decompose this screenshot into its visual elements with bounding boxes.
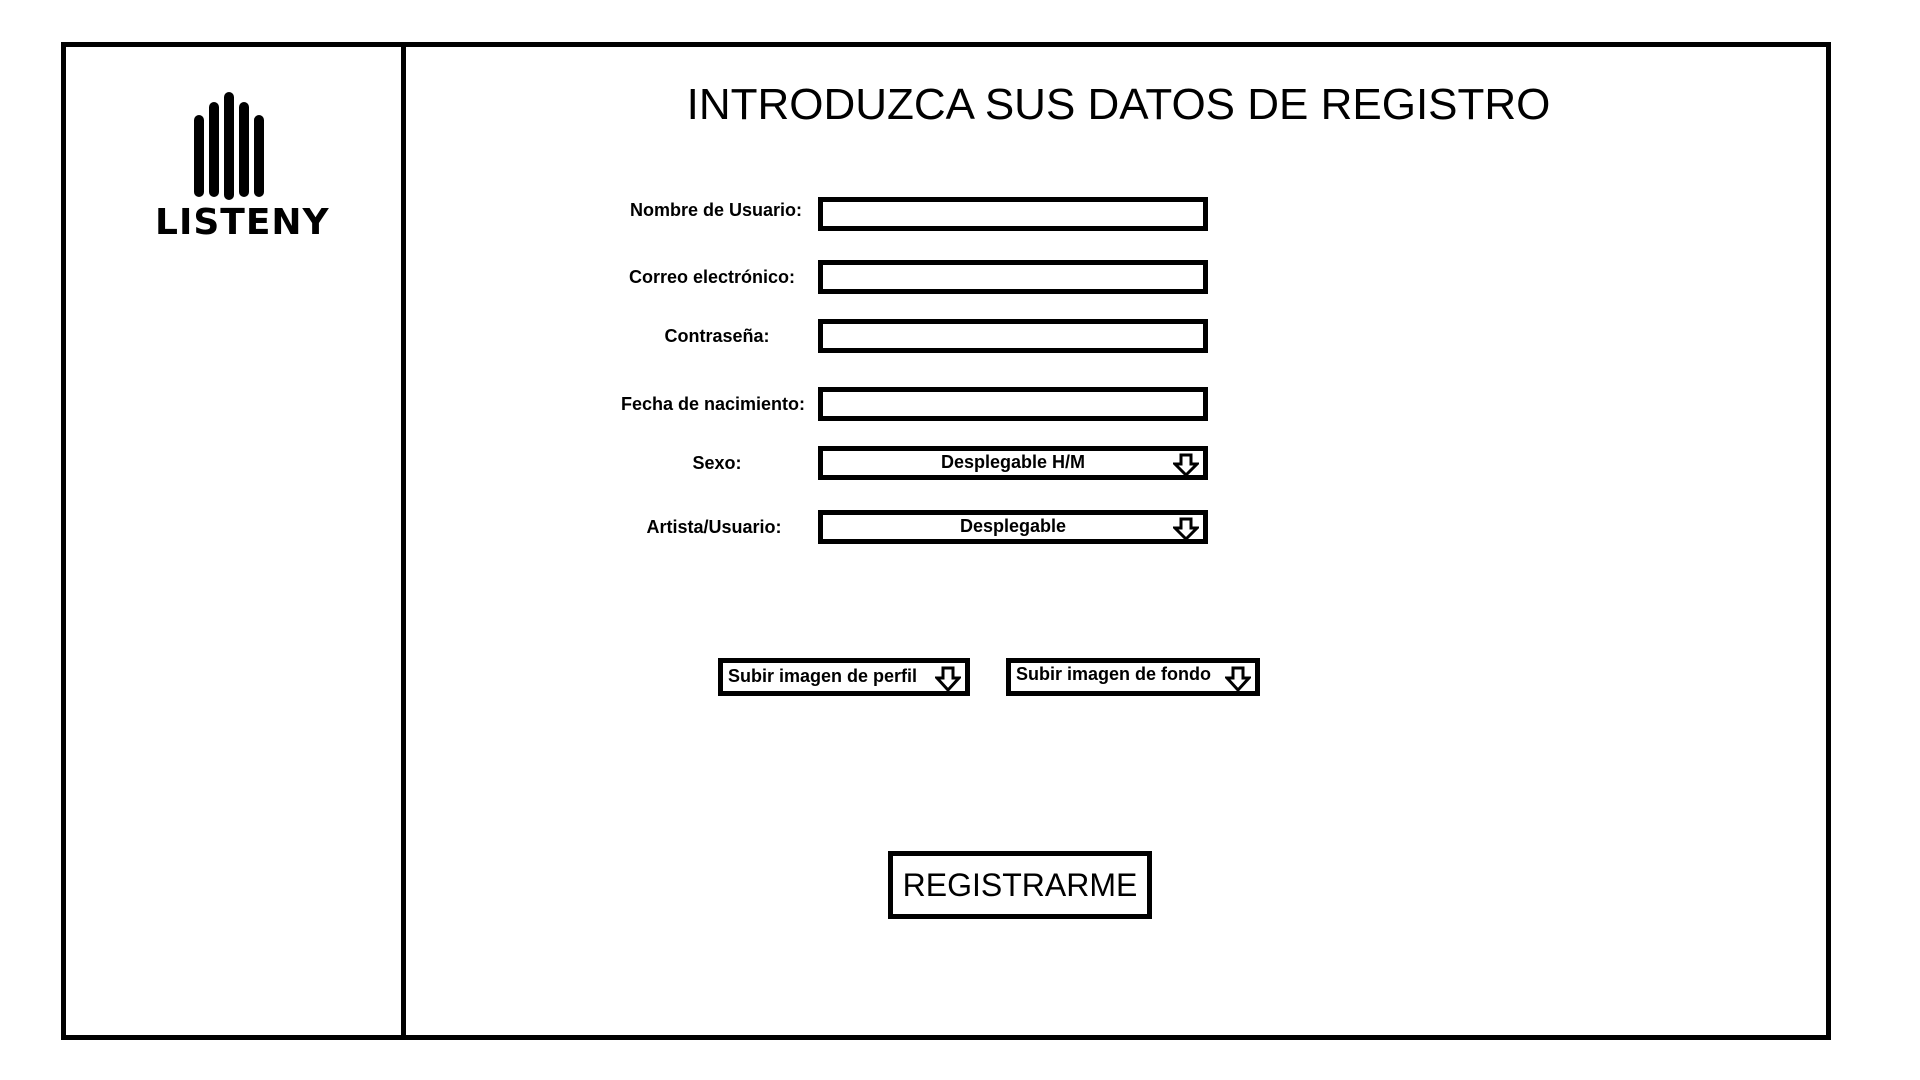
page-title: INTRODUZCA SUS DATOS DE REGISTRO — [686, 80, 1551, 129]
logo-text: LISTENY — [155, 202, 330, 243]
username-input[interactable] — [818, 197, 1208, 231]
arrow-down-icon — [1225, 666, 1251, 692]
password-input[interactable] — [818, 319, 1208, 353]
arrow-down-icon — [935, 666, 961, 692]
logo: LISTENY — [155, 90, 330, 243]
chevron-down-icon — [1173, 517, 1199, 541]
chevron-down-icon — [1173, 453, 1199, 477]
sex-label: Sexo: — [692, 453, 742, 473]
upload-background-image-label: Subir imagen de fondo — [1016, 664, 1212, 684]
password-label: Contraseña: — [664, 326, 770, 346]
upload-background-image-button[interactable]: Subir imagen de fondo — [1006, 658, 1260, 696]
username-label: Nombre de Usuario: — [629, 200, 803, 220]
role-label: Artista/Usuario: — [646, 517, 782, 537]
register-button[interactable]: REGISTRARME — [888, 851, 1152, 919]
birthdate-input[interactable] — [818, 387, 1208, 421]
birthdate-label: Fecha de nacimiento: — [620, 394, 806, 414]
sex-select[interactable]: Desplegable H/M — [818, 446, 1208, 480]
email-input[interactable] — [818, 260, 1208, 294]
upload-profile-image-label: Subir imagen de perfil — [728, 666, 918, 686]
role-select-value: Desplegable — [959, 516, 1067, 536]
upload-profile-image-button[interactable]: Subir imagen de perfil — [718, 658, 970, 696]
email-label: Correo electrónico: — [628, 267, 796, 287]
role-select[interactable]: Desplegable — [818, 510, 1208, 544]
sex-select-value: Desplegable H/M — [940, 452, 1086, 472]
sound-bars-icon — [194, 92, 264, 200]
sidebar-divider — [401, 42, 406, 1040]
